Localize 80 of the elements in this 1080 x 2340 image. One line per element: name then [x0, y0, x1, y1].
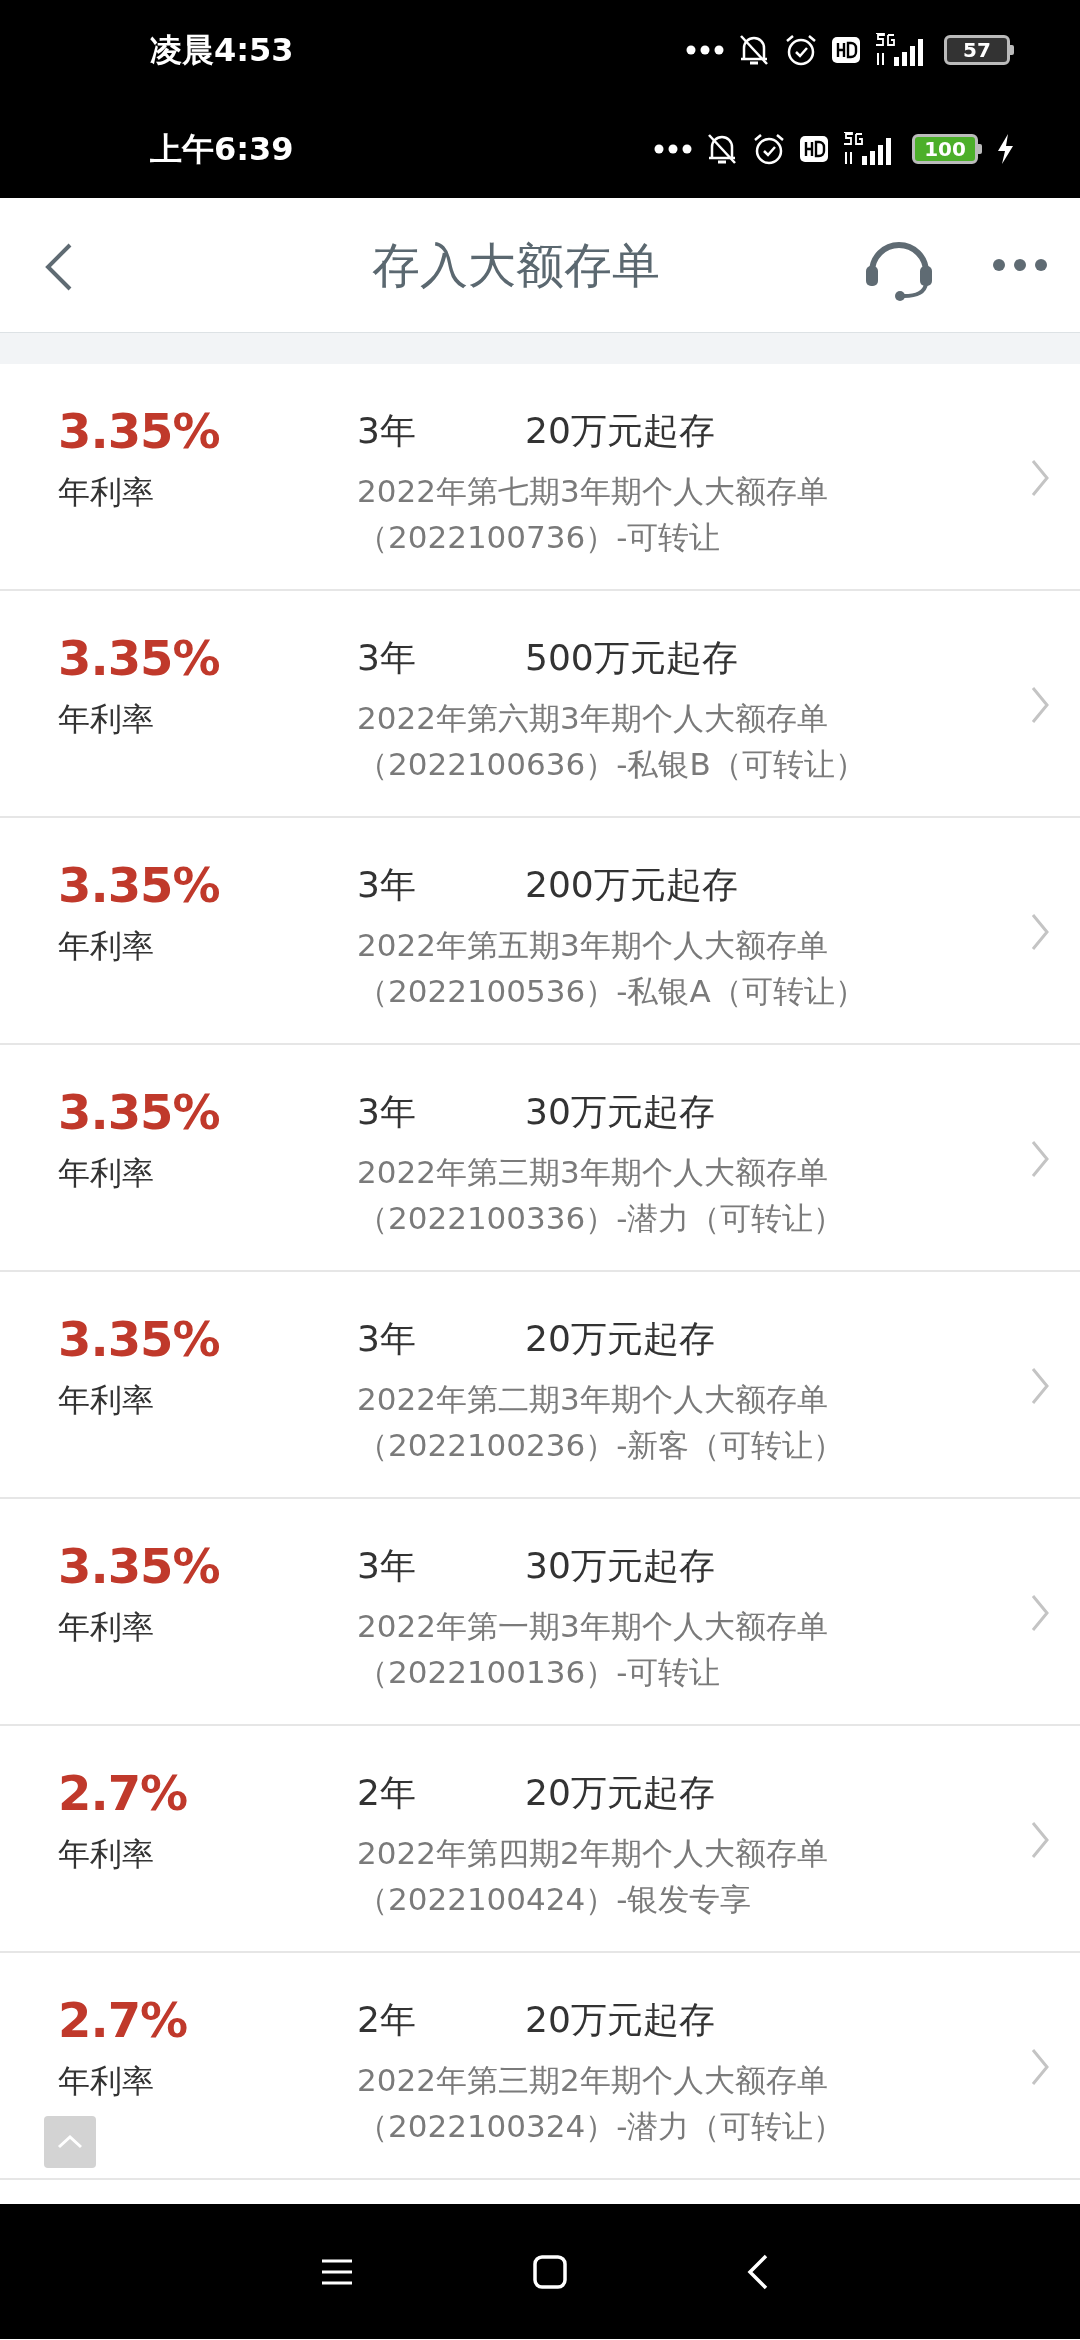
hd-icon [832, 37, 860, 63]
muted-bell-icon [706, 132, 738, 166]
term: 2年 [357, 1771, 417, 1815]
charging-icon [996, 134, 1014, 164]
product-code: （2022100636）-私银B（可转让） [357, 745, 866, 784]
minimum-deposit: 30万元起存 [525, 1090, 715, 1134]
product-row[interactable]: 3.35% 年利率 3年 500万元起存 2022年第六期3年期个人大额存单 （2022100636）-私银B（可转让） [0, 591, 1080, 818]
product-row[interactable]: 3.35% 年利率 3年 20万元起存 2022年第二期3年期个人大额存单 （2022100236）-新客（可转让） [0, 1272, 1080, 1499]
product-code: （2022100536）-私银A（可转让） [357, 972, 866, 1011]
product-code: （2022100736）-可转让 [357, 518, 721, 557]
more-icon[interactable] [992, 258, 1048, 272]
term: 3年 [357, 1544, 417, 1588]
product-code: （2022100324）-潜力（可转让） [357, 2107, 845, 2146]
product-name: 2022年第五期3年期个人大额存单 [357, 926, 828, 965]
term: 3年 [357, 409, 417, 453]
interest-rate: 3.35% [58, 402, 220, 461]
product-name: 2022年第三期3年期个人大额存单 [357, 1153, 828, 1192]
minimum-deposit: 20万元起存 [525, 1771, 715, 1815]
dots-icon [654, 144, 692, 154]
interest-rate: 3.35% [58, 1310, 220, 1369]
rate-label: 年利率 [58, 1834, 154, 1875]
product-code: （2022100424）-银发专享 [357, 1880, 752, 1919]
product-name: 2022年第二期3年期个人大额存单 [357, 1380, 828, 1419]
product-name: 2022年第六期3年期个人大额存单 [357, 699, 828, 738]
term: 3年 [357, 863, 417, 907]
interest-rate: 3.35% [58, 1537, 220, 1596]
rate-label: 年利率 [58, 926, 154, 967]
menu-icon[interactable] [321, 2257, 353, 2286]
product-name: 2022年第一期3年期个人大额存单 [357, 1607, 828, 1646]
chevron-icon [1030, 912, 1050, 952]
minimum-deposit: 20万元起存 [525, 1317, 715, 1361]
rate-label: 年利率 [58, 699, 154, 740]
product-row[interactable]: 3.35% 年利率 3年 200万元起存 2022年第五期3年期个人大额存单 （2022100536）-私银A（可转让） [0, 818, 1080, 1045]
interest-rate: 3.35% [58, 629, 220, 688]
interest-rate: 3.35% [58, 1083, 220, 1142]
interest-rate: 3.35% [58, 856, 220, 915]
rate-label: 年利率 [58, 1153, 154, 1194]
chevron-icon [1030, 1820, 1050, 1860]
chevron-icon [1030, 458, 1050, 498]
product-row[interactable]: 3.35% 年利率 3年 20万元起存 2022年第七期3年期个人大额存单 （2022100736）-可转让 [0, 364, 1080, 591]
hd-icon [800, 136, 828, 162]
product-code: （2022100236）-新客（可转让） [357, 1426, 845, 1465]
minimum-deposit: 200万元起存 [525, 863, 738, 907]
dots-icon [686, 45, 724, 55]
minimum-deposit: 500万元起存 [525, 636, 738, 680]
product-name: 2022年第四期2年期个人大额存单 [357, 1834, 828, 1873]
rate-label: 年利率 [58, 1607, 154, 1648]
product-row[interactable]: 3.35% 年利率 3年 30万元起存 2022年第一期3年期个人大额存单 （2022100136）-可转让 [0, 1499, 1080, 1726]
alarm-icon [752, 132, 786, 166]
interest-rate: 2.7% [58, 1764, 188, 1823]
page-title: 存入大额存单 [372, 236, 660, 295]
rate-label: 年利率 [58, 472, 154, 513]
back-icon[interactable] [747, 2253, 769, 2290]
product-row[interactable]: 3.35% 年利率 3年 30万元起存 2022年第三期3年期个人大额存单 （2022100336）-潜力（可转让） [0, 1045, 1080, 1272]
status-time: 上午6:39 [150, 129, 294, 170]
minimum-deposit: 20万元起存 [525, 409, 715, 453]
caret-icon [57, 2135, 83, 2149]
chevron-icon [1030, 685, 1050, 725]
alarm-icon [784, 33, 818, 67]
interest-rate: 2.7% [58, 1991, 188, 2050]
chevron-icon [1030, 1139, 1050, 1179]
muted-bell-icon [738, 33, 770, 67]
home-icon[interactable] [533, 2254, 567, 2289]
product-name: 2022年第三期2年期个人大额存单 [357, 2061, 828, 2100]
product-row[interactable]: 2.7% 年利率 2年 20万元起存 2022年第四期2年期个人大额存单 （2022100424）-银发专享 [0, 1726, 1080, 1953]
rate-label: 年利率 [58, 1380, 154, 1421]
minimum-deposit: 30万元起存 [525, 1544, 715, 1588]
term: 3年 [357, 1317, 417, 1361]
chevron-icon [1030, 1366, 1050, 1406]
rate-label: 年利率 [58, 2061, 154, 2102]
term: 2年 [357, 1998, 417, 2042]
term: 3年 [357, 1090, 417, 1134]
product-name: 2022年第七期3年期个人大额存单 [357, 472, 828, 511]
chevron-icon [1030, 1593, 1050, 1633]
product-code: （2022100336）-潜力（可转让） [357, 1199, 845, 1238]
minimum-deposit: 20万元起存 [525, 1998, 715, 2042]
term: 3年 [357, 636, 417, 680]
status-time: 凌晨4:53 [150, 30, 294, 71]
product-code: （2022100136）-可转让 [357, 1653, 721, 1692]
chevron-icon [1030, 2047, 1050, 2087]
